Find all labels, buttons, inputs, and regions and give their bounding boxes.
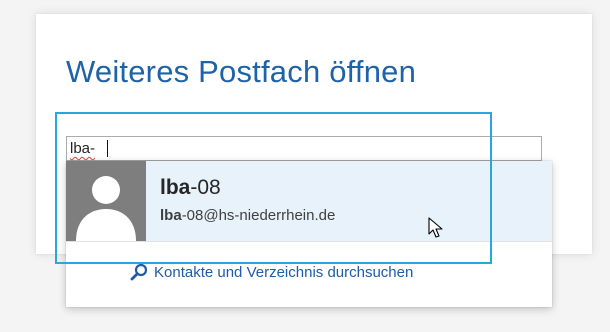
mailbox-name-input[interactable]: lba- [66, 136, 542, 161]
mailbox-name-input-value: lba- [70, 140, 96, 157]
text-caret [107, 140, 108, 157]
suggestion-email-match: lba [160, 207, 182, 224]
suggestion-name: lba-08 [160, 176, 221, 200]
dialog-title: Weiteres Postfach öffnen [66, 54, 417, 89]
person-silhouette-icon [66, 161, 146, 241]
search-contacts-link[interactable]: Kontakte und Verzeichnis durchsuchen [130, 261, 413, 283]
search-icon [130, 263, 148, 281]
suggestion-name-match: lba [160, 176, 191, 199]
screen: Weiteres Postfach öffnen lba- lba-08 lba… [0, 0, 610, 332]
dropdown-divider [66, 241, 552, 242]
suggestion-name-rest: -08 [190, 176, 221, 199]
suggestion-email: lba-08@hs-niederrhein.de [160, 207, 335, 224]
autocomplete-dropdown: lba-08 lba-08@hs-niederrhein.de Kontakte… [66, 161, 552, 307]
search-contacts-label: Kontakte und Verzeichnis durchsuchen [154, 263, 414, 281]
suggestion-item[interactable]: lba-08 lba-08@hs-niederrhein.de [66, 161, 552, 241]
suggestion-email-rest: -08@hs-niederrhein.de [181, 207, 336, 224]
mouse-pointer-icon [428, 217, 443, 238]
